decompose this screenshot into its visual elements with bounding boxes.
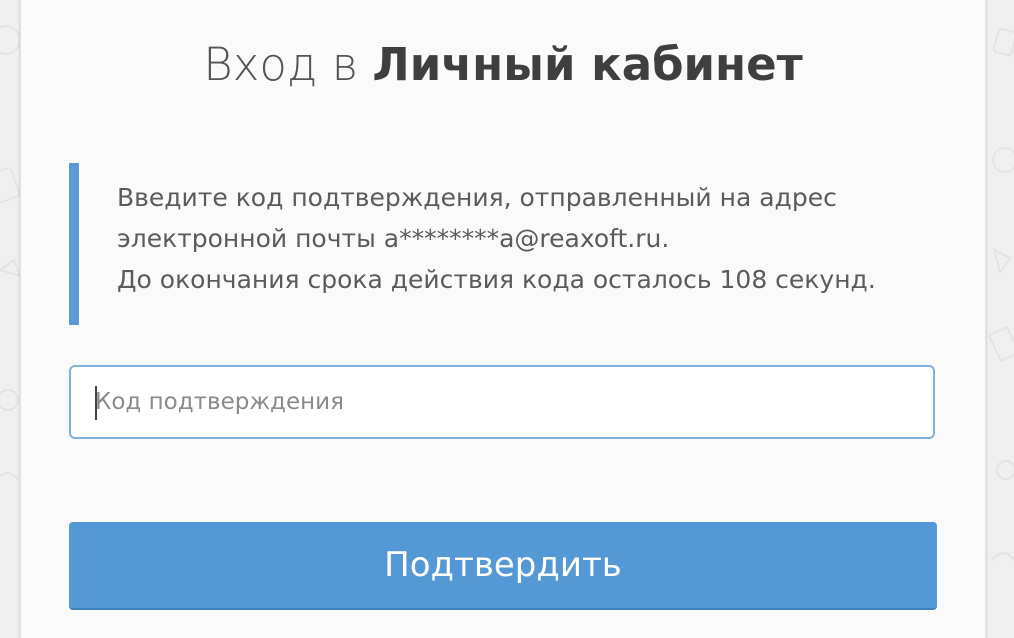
notice-text: Введите код подтверждения, отправленный …: [117, 177, 876, 300]
confirmation-notice: Введите код подтверждения, отправленный …: [69, 163, 909, 325]
notice-line-3: До окончания срока действия кода осталос…: [117, 265, 876, 294]
confirm-button[interactable]: Подтвердить: [69, 522, 937, 610]
page-title: Вход в Личный кабинет: [21, 38, 985, 91]
notice-line-1: Введите код подтверждения, отправленный …: [117, 183, 837, 212]
title-prefix: Вход в: [203, 38, 359, 91]
text-caret: [95, 386, 97, 420]
title-emphasis: Личный кабинет: [372, 38, 803, 91]
login-card: Вход в Личный кабинет Введите код подтве…: [20, 0, 986, 638]
notice-line-2: электронной почты a********a@reaxoft.ru.: [117, 224, 670, 253]
confirmation-code-input[interactable]: [69, 365, 935, 439]
